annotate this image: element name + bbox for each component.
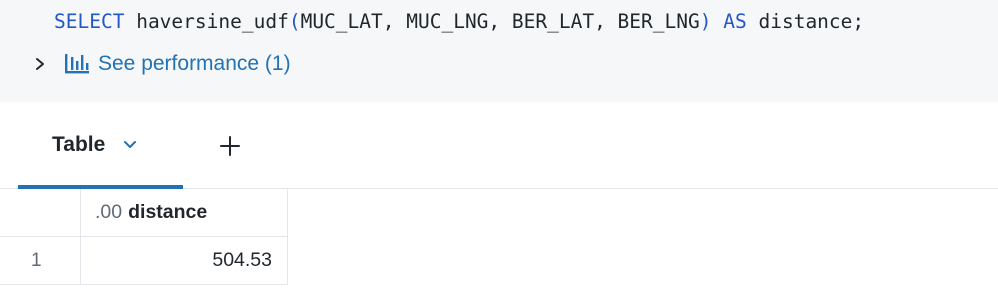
tab-table[interactable]: Table	[18, 102, 183, 189]
bar-chart-icon	[65, 54, 89, 74]
sql-function-name: haversine_udf	[136, 10, 289, 33]
see-performance-link[interactable]: See performance (1)	[64, 52, 291, 76]
table-row: 1 504.53	[0, 237, 288, 285]
plus-icon[interactable]	[216, 132, 244, 160]
sql-keyword-select: SELECT	[54, 10, 125, 33]
results-tab-bar: Table	[0, 102, 998, 189]
column-header-label: distance	[128, 201, 208, 223]
sql-close-paren: )	[699, 10, 712, 33]
table-cell-distance[interactable]: 504.53	[81, 237, 288, 284]
sql-open-paren: (	[288, 10, 301, 33]
sql-alias: distance;	[758, 10, 865, 33]
see-performance-label: See performance (1)	[98, 52, 291, 75]
sql-function-args: MUC_LAT, MUC_LNG, BER_LAT, BER_LNG	[300, 10, 700, 33]
sql-code-line[interactable]: SELECT haversine_udf(MUC_LAT, MUC_LNG, B…	[54, 6, 864, 38]
sql-keyword-as: AS	[723, 10, 747, 33]
sql-editor[interactable]: SELECT haversine_udf(MUC_LAT, MUC_LNG, B…	[0, 0, 998, 102]
table-header-row: .00 distance	[0, 189, 288, 237]
performance-row: See performance (1)	[30, 46, 291, 82]
decimal-type-icon: .00	[95, 201, 123, 223]
row-index: 1	[0, 237, 81, 284]
column-header-distance[interactable]: .00 distance	[81, 189, 288, 236]
chevron-right-icon[interactable]	[30, 54, 50, 74]
chevron-down-icon[interactable]	[123, 140, 137, 150]
results-table: .00 distance 1 504.53	[0, 189, 288, 285]
tab-table-label: Table	[52, 133, 106, 156]
row-index-header	[0, 189, 81, 236]
